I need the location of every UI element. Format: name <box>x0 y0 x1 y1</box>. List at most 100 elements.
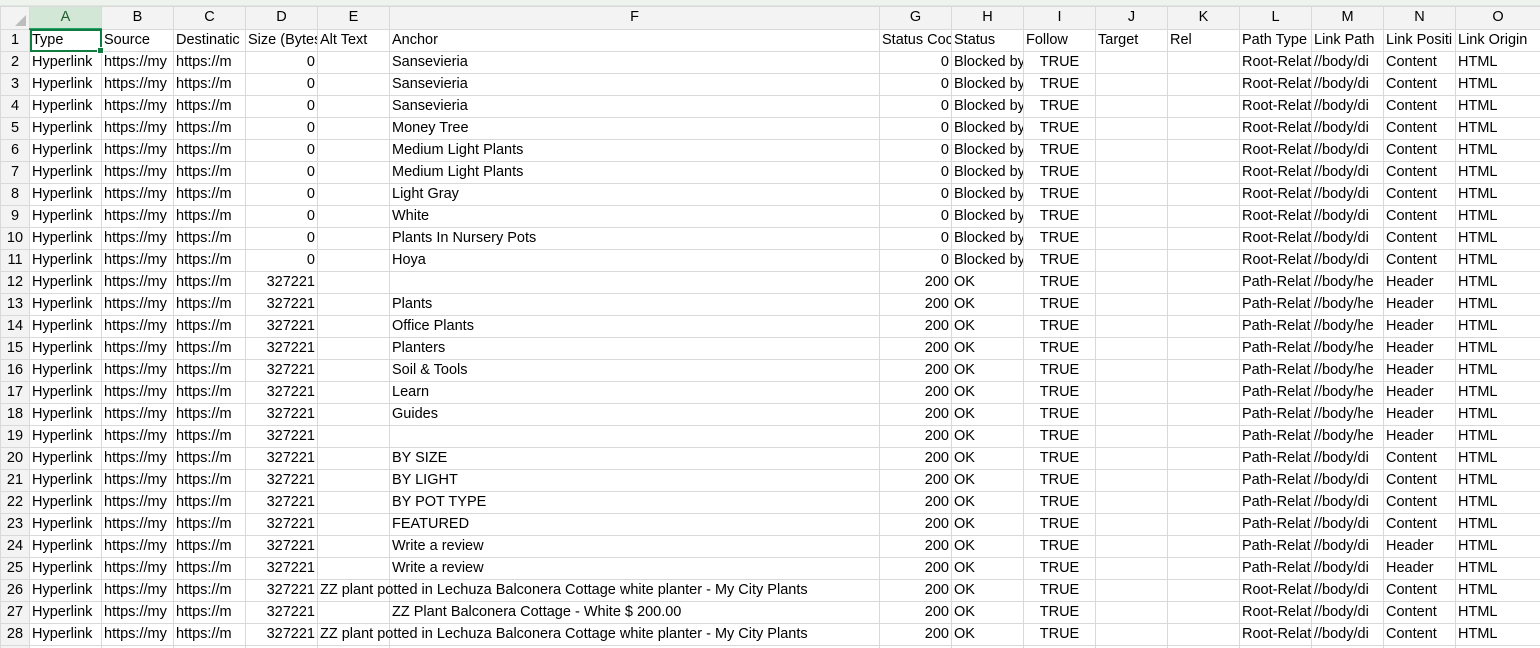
cell-code[interactable]: 200 <box>880 426 952 448</box>
cell-type[interactable]: Hyperlink <box>30 338 102 360</box>
cell-follow[interactable]: TRUE <box>1024 514 1096 536</box>
cell-rel[interactable] <box>1168 624 1240 646</box>
cell-status[interactable]: OK <box>952 624 1024 646</box>
cell-position[interactable]: Header <box>1384 404 1456 426</box>
cell-link-path[interactable]: //body/he <box>1312 404 1384 426</box>
cell-source[interactable]: https://mу <box>102 184 174 206</box>
cell-type[interactable]: Hyperlink <box>30 404 102 426</box>
cell-source[interactable]: https://mу <box>102 624 174 646</box>
cell-position[interactable]: Content <box>1384 96 1456 118</box>
cell-type[interactable]: Hyperlink <box>30 602 102 624</box>
cell-origin[interactable]: HTML <box>1456 316 1540 338</box>
cell-path-type[interactable]: Root-Relat <box>1240 184 1312 206</box>
cell-type[interactable]: Hyperlink <box>30 558 102 580</box>
cell-position[interactable]: Content <box>1384 228 1456 250</box>
column-header-n[interactable]: N <box>1384 7 1456 30</box>
cell-path-type[interactable]: Root-Relat <box>1240 162 1312 184</box>
cell-origin[interactable]: HTML <box>1456 624 1540 646</box>
cell-position[interactable]: Content <box>1384 514 1456 536</box>
cell-rel[interactable] <box>1168 272 1240 294</box>
cell-position[interactable]: Content <box>1384 206 1456 228</box>
cell-anchor[interactable]: Plants In Nursery Pots <box>390 228 880 250</box>
cell-origin[interactable]: HTML <box>1456 96 1540 118</box>
cell-source[interactable]: https://mу <box>102 52 174 74</box>
cell-origin[interactable]: HTML <box>1456 74 1540 96</box>
cell-follow[interactable]: TRUE <box>1024 470 1096 492</box>
cell-size[interactable]: 327221 <box>246 426 318 448</box>
cell-target[interactable] <box>1096 74 1168 96</box>
cell-link-path[interactable]: //body/di <box>1312 580 1384 602</box>
cell-path-type[interactable]: Root-Relat <box>1240 624 1312 646</box>
cell-follow[interactable]: TRUE <box>1024 316 1096 338</box>
cell-status[interactable]: Blocked by <box>952 52 1024 74</box>
cell-path-type[interactable]: Path-Relat <box>1240 272 1312 294</box>
cell-rel[interactable] <box>1168 602 1240 624</box>
cell-path-type[interactable]: Path-Relat <box>1240 338 1312 360</box>
cell-dest[interactable]: https://m <box>174 492 246 514</box>
row-header[interactable]: 10 <box>1 228 30 250</box>
cell-type[interactable]: Hyperlink <box>30 382 102 404</box>
cell-path-type[interactable]: Root-Relat <box>1240 250 1312 272</box>
column-header-a[interactable]: A <box>30 7 102 30</box>
cell-anchor[interactable]: Write a review <box>390 536 880 558</box>
cell-code[interactable]: 0 <box>880 206 952 228</box>
cell-target[interactable] <box>1096 162 1168 184</box>
cell-origin[interactable]: HTML <box>1456 580 1540 602</box>
cell-follow[interactable]: TRUE <box>1024 294 1096 316</box>
cell-anchor[interactable]: Learn <box>390 382 880 404</box>
column-header-g[interactable]: G <box>880 7 952 30</box>
cell-code[interactable]: 200 <box>880 492 952 514</box>
cell-anchor[interactable]: Plants <box>390 294 880 316</box>
cell-alt[interactable] <box>318 118 390 140</box>
cell-link-path[interactable]: //body/di <box>1312 536 1384 558</box>
cell-follow[interactable]: TRUE <box>1024 558 1096 580</box>
cell-link-path[interactable]: //body/di <box>1312 74 1384 96</box>
cell-status[interactable]: OK <box>952 272 1024 294</box>
cell-type[interactable]: Hyperlink <box>30 492 102 514</box>
header-cell[interactable]: Type <box>30 29 102 52</box>
cell-anchor[interactable]: Sansevieria <box>390 96 880 118</box>
cell-path-type[interactable]: Path-Relat <box>1240 382 1312 404</box>
cell-status[interactable]: OK <box>952 360 1024 382</box>
cell-code[interactable]: 200 <box>880 470 952 492</box>
cell-target[interactable] <box>1096 624 1168 646</box>
row-header[interactable]: 19 <box>1 426 30 448</box>
column-header-m[interactable]: M <box>1312 7 1384 30</box>
cell-rel[interactable] <box>1168 206 1240 228</box>
cell-path-type[interactable]: Path-Relat <box>1240 360 1312 382</box>
cell-origin[interactable]: HTML <box>1456 404 1540 426</box>
cell-link-path[interactable]: //body/he <box>1312 360 1384 382</box>
cell-dest[interactable]: https://m <box>174 184 246 206</box>
cell-alt[interactable] <box>318 492 390 514</box>
row-header[interactable]: 11 <box>1 250 30 272</box>
cell-dest[interactable]: https://m <box>174 294 246 316</box>
cell-type[interactable]: Hyperlink <box>30 162 102 184</box>
cell-status[interactable]: OK <box>952 294 1024 316</box>
row-header[interactable]: 2 <box>1 52 30 74</box>
cell-dest[interactable]: https://m <box>174 52 246 74</box>
cell-path-type[interactable]: Root-Relat <box>1240 96 1312 118</box>
cell-position[interactable]: Content <box>1384 448 1456 470</box>
cell-rel[interactable] <box>1168 492 1240 514</box>
cell-target[interactable] <box>1096 514 1168 536</box>
cell-size[interactable]: 327221 <box>246 448 318 470</box>
cell-size[interactable]: 327221 <box>246 536 318 558</box>
cell-size[interactable]: 0 <box>246 162 318 184</box>
row-header[interactable]: 12 <box>1 272 30 294</box>
cell-source[interactable]: https://mу <box>102 470 174 492</box>
cell-status[interactable]: OK <box>952 536 1024 558</box>
cell-code[interactable]: 200 <box>880 382 952 404</box>
fill-handle[interactable] <box>97 47 104 54</box>
cell-follow[interactable]: TRUE <box>1024 404 1096 426</box>
header-cell[interactable]: Status <box>952 29 1024 52</box>
cell-rel[interactable] <box>1168 404 1240 426</box>
cell-source[interactable]: https://mу <box>102 448 174 470</box>
cell-anchor[interactable] <box>390 272 880 294</box>
cell-position[interactable]: Content <box>1384 580 1456 602</box>
cell-size[interactable]: 327221 <box>246 580 318 602</box>
cell-follow[interactable]: TRUE <box>1024 250 1096 272</box>
cell-anchor[interactable]: BY LIGHT <box>390 470 880 492</box>
cell-alt[interactable] <box>318 470 390 492</box>
cell-path-type[interactable]: Path-Relat <box>1240 316 1312 338</box>
cell-follow[interactable]: TRUE <box>1024 228 1096 250</box>
